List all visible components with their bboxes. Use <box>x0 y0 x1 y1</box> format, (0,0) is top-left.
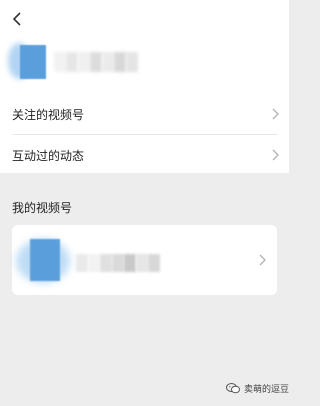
redaction-block <box>54 52 66 72</box>
profile-name-redacted <box>54 52 138 72</box>
followed-channels-label: 关注的视频号 <box>12 107 85 122</box>
redaction-block <box>78 52 90 72</box>
watermark-text: 卖萌的逗豆 <box>243 384 289 394</box>
redaction-block <box>88 254 100 272</box>
redaction-block <box>76 254 88 272</box>
chevron-right-icon <box>270 148 280 162</box>
my-channels-title: 我的视频号 <box>12 201 73 215</box>
redaction-block <box>136 254 148 272</box>
redaction-block <box>90 52 102 72</box>
chevron-right-icon <box>270 107 280 121</box>
redaction-block <box>126 52 138 72</box>
avatar <box>8 41 48 81</box>
back-button[interactable] <box>6 8 28 30</box>
redaction-block <box>114 52 126 72</box>
channel-avatar <box>16 233 76 289</box>
redaction-block <box>100 254 112 272</box>
redaction-block <box>124 254 136 272</box>
redaction-block <box>102 52 114 72</box>
interacted-posts-label: 互动过的动态 <box>12 148 85 163</box>
followed-channels-item[interactable]: 关注的视频号 <box>12 95 280 133</box>
divider <box>12 134 277 135</box>
watermark: 卖萌的逗豆 <box>225 382 289 395</box>
redaction-block <box>148 254 160 272</box>
chevron-right-icon <box>257 253 267 267</box>
chevron-left-icon <box>12 12 21 26</box>
interacted-posts-item[interactable]: 互动过的动态 <box>12 136 280 174</box>
redaction-block <box>66 52 78 72</box>
my-channel-card[interactable] <box>12 225 277 295</box>
channel-name-redacted <box>76 254 160 272</box>
wechat-icon <box>225 383 240 394</box>
redaction-block <box>112 254 124 272</box>
profile-row[interactable] <box>8 41 158 83</box>
